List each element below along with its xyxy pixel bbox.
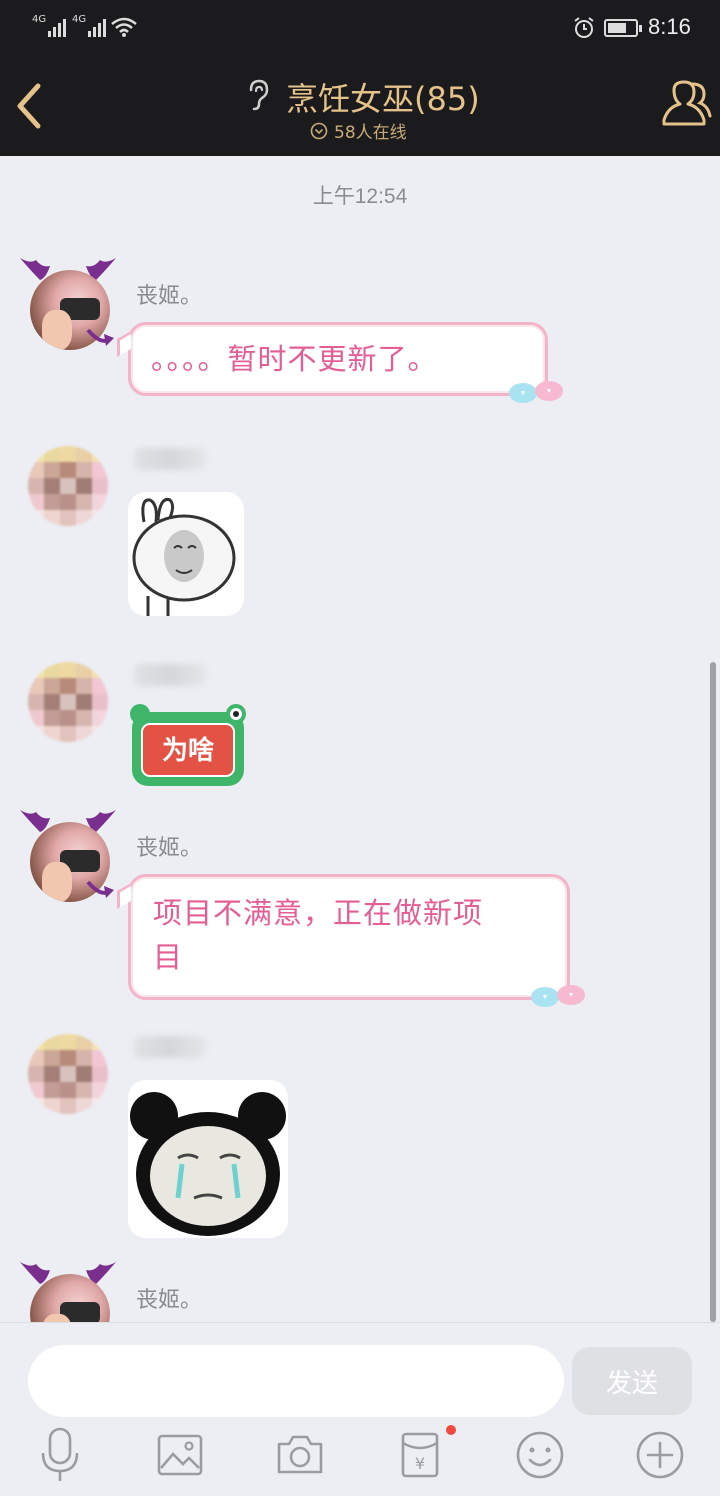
message-bubble[interactable]: 项目不满意，正在做新项 目 <box>117 874 585 1007</box>
emoji-button[interactable] <box>510 1423 570 1487</box>
status-bar: 4G 4G 8:16 <box>0 0 720 56</box>
sticker-message[interactable] <box>128 1080 288 1238</box>
avatar-photo <box>28 662 108 742</box>
voice-button[interactable] <box>30 1423 90 1487</box>
red-packet-icon: ¥ <box>401 1432 439 1478</box>
message-input[interactable] <box>28 1345 564 1417</box>
sender-name-blurred <box>134 664 206 686</box>
avatar[interactable] <box>26 444 112 530</box>
camera-icon <box>277 1435 323 1474</box>
wifi-icon <box>111 17 137 37</box>
avatar-photo <box>28 1034 108 1114</box>
signal-icon: 4G <box>32 14 68 37</box>
teacup-decoration-icon <box>509 381 563 403</box>
svg-text:¥: ¥ <box>415 1454 425 1473</box>
sticker-message[interactable]: 为啥 <box>128 700 248 788</box>
message-bubble[interactable]: 。。。。暂时不更新了。 <box>117 322 563 403</box>
chat-message-list[interactable]: 上午12:54 丧姬。 。。。。暂时不更新了。 为啥 丧姬。 项目不满意，正在做… <box>0 156 720 1322</box>
avatar[interactable] <box>20 810 116 902</box>
image-button[interactable] <box>150 1423 210 1487</box>
message-text: 项目不满意，正在做新项 目 <box>153 896 484 974</box>
avatar[interactable] <box>20 258 116 350</box>
scrollbar[interactable] <box>710 662 716 1322</box>
signal-icon: 4G <box>72 14 108 37</box>
plus-icon <box>636 1431 684 1479</box>
avatar[interactable] <box>20 1262 116 1322</box>
rabbit-face-sticker <box>128 492 244 616</box>
chat-header: 烹饪女巫(85) 58人在线 <box>0 56 720 156</box>
devil-tail-decoration <box>86 328 114 346</box>
group-members-button[interactable] <box>652 78 712 134</box>
avatar[interactable] <box>26 1032 112 1118</box>
send-button[interactable]: 发送 <box>572 1347 692 1415</box>
ear-icon[interactable] <box>244 78 272 112</box>
image-icon <box>157 1434 203 1476</box>
sticker-message[interactable] <box>128 492 244 616</box>
sender-name-blurred <box>134 448 206 470</box>
red-packet-button[interactable]: ¥ <box>390 1423 450 1487</box>
sender-name-blurred <box>134 1036 206 1058</box>
avatar-photo <box>28 446 108 526</box>
message-text: 。。。。暂时不更新了。 <box>151 342 438 376</box>
back-button[interactable] <box>8 78 52 134</box>
message-timestamp: 上午12:54 <box>312 185 408 208</box>
devil-tail-decoration <box>86 880 114 898</box>
emoji-icon <box>516 1431 564 1479</box>
clock: 8:16 <box>648 14 691 39</box>
crying-panda-sticker <box>128 1080 288 1238</box>
more-button[interactable] <box>630 1423 690 1487</box>
teacup-decoration-icon <box>531 985 585 1007</box>
notification-dot <box>446 1425 456 1435</box>
sender-name: 丧姬。 <box>136 284 203 309</box>
alarm-icon <box>574 17 594 38</box>
mic-icon <box>41 1427 79 1481</box>
page-title[interactable]: 烹饪女巫(85) <box>286 74 480 120</box>
chevron-down-circle-icon <box>310 122 328 139</box>
camera-button[interactable] <box>270 1423 330 1487</box>
online-count[interactable]: 58人在线 <box>310 118 407 143</box>
battery-icon <box>604 19 642 37</box>
sticker-text: 为啥 <box>161 736 214 766</box>
sender-name: 丧姬。 <box>136 1288 203 1313</box>
avatar[interactable] <box>26 660 112 746</box>
sender-name: 丧姬。 <box>136 836 203 861</box>
input-bar: 发送 ¥ <box>0 1322 720 1496</box>
online-count-label: 58人在线 <box>334 123 407 143</box>
